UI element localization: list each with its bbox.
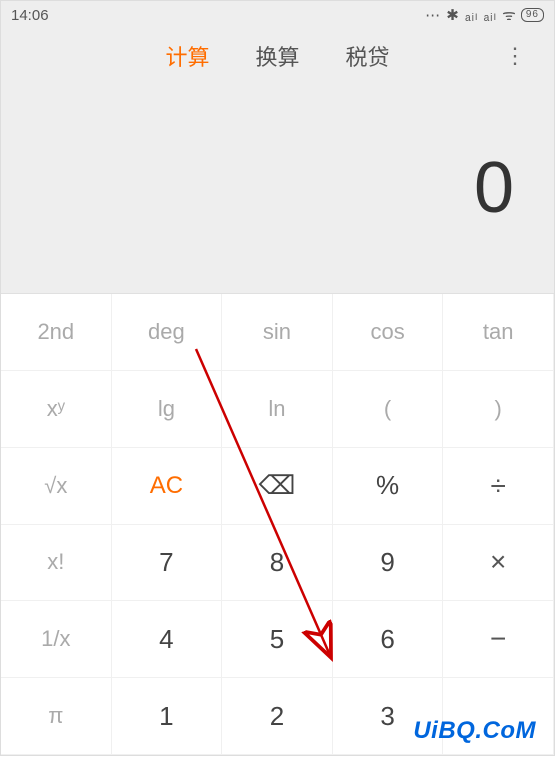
- key-lg[interactable]: lg: [112, 371, 223, 448]
- key-sin[interactable]: sin: [222, 294, 333, 371]
- key-8[interactable]: 8: [222, 525, 333, 602]
- key-9[interactable]: 9: [333, 525, 444, 602]
- key-cos[interactable]: cos: [333, 294, 444, 371]
- tab-tax[interactable]: 税贷: [346, 40, 390, 72]
- key-1[interactable]: 1: [112, 678, 223, 755]
- key-percent[interactable]: %: [333, 448, 444, 525]
- key-xy[interactable]: xʸ: [1, 371, 112, 448]
- key-2nd[interactable]: 2nd: [1, 294, 112, 371]
- key-2[interactable]: 2: [222, 678, 333, 755]
- key-divide[interactable]: ÷: [443, 448, 554, 525]
- tab-calculate[interactable]: 计算: [165, 40, 209, 72]
- keypad: 2nd deg sin cos tan xʸ lg ln ( ) √x AC ⌫…: [1, 293, 554, 755]
- key-ln[interactable]: ln: [222, 371, 333, 448]
- tab-convert[interactable]: 换算: [255, 40, 299, 72]
- key-7[interactable]: 7: [112, 525, 223, 602]
- backspace-icon: ⌫: [259, 470, 296, 501]
- key-lparen[interactable]: (: [333, 371, 444, 448]
- display: 0: [1, 83, 554, 293]
- status-icons: ⋯ ✱ ₐᵢₗ ₐᵢₗ ᯤ 96: [425, 5, 544, 25]
- key-multiply[interactable]: ×: [443, 525, 554, 602]
- key-5[interactable]: 5: [222, 601, 333, 678]
- status-tray: ⋯ ✱ ₐᵢₗ ₐᵢₗ ᯤ: [425, 5, 517, 25]
- battery-icon: 96: [521, 8, 544, 22]
- watermark: UiBQ.CoM: [413, 717, 536, 745]
- key-ac[interactable]: AC: [112, 448, 223, 525]
- status-bar: 14:06 ⋯ ✱ ₐᵢₗ ₐᵢₗ ᯤ 96: [1, 1, 554, 29]
- display-value: 0: [474, 147, 514, 229]
- key-rparen[interactable]: ): [443, 371, 554, 448]
- key-deg[interactable]: deg: [112, 294, 223, 371]
- key-minus[interactable]: −: [443, 601, 554, 678]
- key-4[interactable]: 4: [112, 601, 223, 678]
- key-backspace[interactable]: ⌫: [222, 448, 333, 525]
- key-tan[interactable]: tan: [443, 294, 554, 371]
- key-reciprocal[interactable]: 1/x: [1, 601, 112, 678]
- key-6[interactable]: 6: [333, 601, 444, 678]
- key-pi[interactable]: π: [1, 678, 112, 755]
- status-time: 14:06: [11, 7, 49, 24]
- more-icon[interactable]: ⋮: [504, 43, 524, 69]
- tab-bar: 计算 换算 税贷 ⋮: [1, 29, 554, 83]
- key-factorial[interactable]: x!: [1, 525, 112, 602]
- key-sqrt[interactable]: √x: [1, 448, 112, 525]
